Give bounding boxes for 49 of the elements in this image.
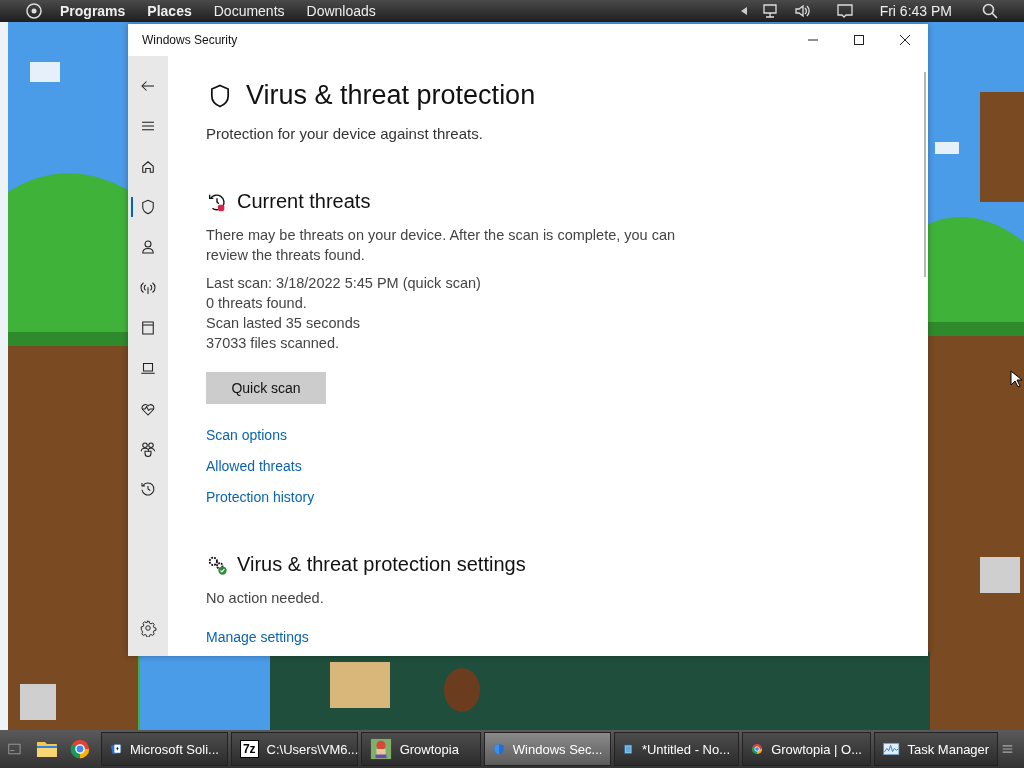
settings-icon[interactable] xyxy=(139,618,157,637)
section-description: There may be threats on your device. After the scan is complete, you can review the threats found. xyxy=(206,226,677,265)
scan-detail: 37033 files scanned. xyxy=(206,334,340,353)
window-title: Windows Security xyxy=(142,33,239,47)
volume-icon[interactable] xyxy=(793,3,812,19)
archive-logo: 7z xyxy=(239,740,259,758)
page-title: Virus & threat protection xyxy=(246,80,536,111)
quick-scan-button[interactable]: Quick scan xyxy=(206,372,326,404)
section-description: No action needed. xyxy=(206,589,325,608)
close-icon[interactable] xyxy=(899,34,911,46)
scrollbar[interactable] xyxy=(924,72,926,277)
person-icon[interactable] xyxy=(139,238,157,257)
shield-icon[interactable] xyxy=(139,198,157,217)
scan-detail: Scan lasted 35 seconds xyxy=(206,314,361,333)
maximize-icon[interactable] xyxy=(853,34,865,46)
character-icon xyxy=(369,738,392,760)
link[interactable]: Allowed threats xyxy=(206,457,302,476)
clock[interactable]: Fri 6:43 PM xyxy=(879,3,952,19)
browser-logo-icon[interactable] xyxy=(68,737,91,761)
show-desktop-icon[interactable] xyxy=(8,742,21,756)
taskbar-button[interactable]: Microsoft Soli... xyxy=(100,732,228,766)
taskbar-button[interactable]: Growtopia xyxy=(360,732,481,766)
search-icon[interactable] xyxy=(982,3,998,19)
taskbar-button[interactable]: Growtopia | O... xyxy=(742,732,871,766)
panel-menu[interactable]: Downloads xyxy=(306,3,376,19)
panel-menu[interactable]: Documents xyxy=(213,3,285,19)
section-title: Virus & threat protection settings xyxy=(237,553,526,576)
section-title: Current threats xyxy=(237,190,371,213)
history-icon[interactable] xyxy=(139,480,157,499)
scan-detail: 0 threats found. xyxy=(206,294,308,313)
page-subtitle: Protection for your device against threats. xyxy=(206,125,484,142)
network-icon[interactable] xyxy=(761,3,780,19)
link[interactable]: Manage settings xyxy=(206,628,309,647)
panel-menu[interactable]: Programs xyxy=(60,3,126,19)
browser-window-icon[interactable] xyxy=(139,318,157,337)
menu-icon[interactable] xyxy=(1001,742,1014,756)
link[interactable]: Scan options xyxy=(206,426,287,445)
notification-icon[interactable] xyxy=(835,3,854,19)
family-icon[interactable] xyxy=(139,439,157,458)
taskbar-button[interactable]: *Untitled - No... xyxy=(614,732,740,766)
app-menu-icon[interactable] xyxy=(26,3,42,19)
scan-detail: Last scan: 3/18/2022 5:45 PM (quick scan) xyxy=(206,274,482,293)
expand-arrow-icon[interactable] xyxy=(739,6,748,16)
taskbar-button[interactable]: 7z C:\Users\VM6... xyxy=(230,732,358,766)
mouse-cursor-icon xyxy=(1010,370,1022,388)
link[interactable]: Protection history xyxy=(206,488,315,507)
taskbar-button[interactable]: Task Manager xyxy=(873,732,999,766)
taskbar-button[interactable]: Windows Sec... xyxy=(483,732,612,766)
panel-menu[interactable]: Places xyxy=(147,3,192,19)
